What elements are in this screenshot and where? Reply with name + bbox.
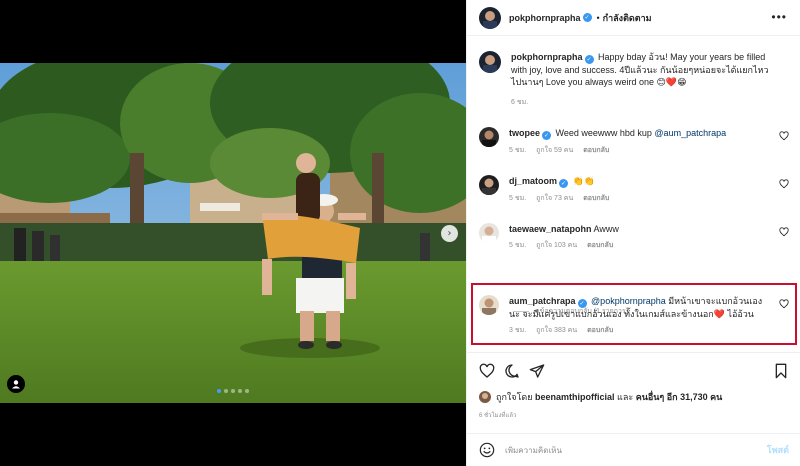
commenter-avatar[interactable] [479, 223, 499, 243]
instagram-post-modal: › pokphornprapha ✓ • กำลังติดตาม ••• pok… [0, 0, 800, 466]
comment-likes[interactable]: ถูกใจ 59 คน [536, 147, 573, 154]
carousel-dot [238, 389, 242, 393]
comment-text: 👏👏 [572, 176, 595, 186]
caption-username[interactable]: pokphornprapha [511, 52, 583, 62]
mention-link[interactable]: @aum_patchrapa [654, 128, 726, 138]
highlighted-comment: aum_patchrapa ✓ @pokphornprapha มีหน้าเขา… [479, 295, 789, 337]
action-bar [467, 352, 800, 388]
comment-likes[interactable]: ถูกใจ 73 คน [536, 195, 573, 202]
reply-button[interactable]: ตอบกลับ [587, 327, 613, 334]
post-timestamp[interactable]: 6 ชั่วโมงที่แล้ว [479, 410, 516, 420]
carousel-dot [217, 389, 221, 393]
verified-badge-icon: ✓ [584, 55, 594, 64]
post-header: pokphornprapha ✓ • กำลังติดตาม ••• [467, 0, 800, 36]
heart-icon[interactable] [479, 363, 495, 379]
reply-button[interactable]: ตอบกลับ [583, 195, 609, 202]
carousel-indicator [0, 389, 466, 393]
verified-badge-icon: ✓ [582, 13, 592, 22]
carousel-dot [231, 389, 235, 393]
comment-likes[interactable]: ถูกใจ 103 คน [536, 242, 577, 249]
comment-text: Awww [593, 224, 619, 234]
like-comment-heart-icon[interactable] [779, 179, 789, 189]
commenter-username[interactable]: taewaew_natapohn [509, 224, 592, 234]
commenter-username[interactable]: twopee [509, 128, 540, 138]
carousel-dot [245, 389, 249, 393]
like-comment-heart-icon[interactable] [779, 131, 789, 141]
liker-avatar[interactable] [479, 391, 491, 403]
verified-badge-icon: ✓ [577, 299, 587, 308]
comment-icon[interactable] [504, 363, 520, 379]
post-side-panel: pokphornprapha ✓ • กำลังติดตาม ••• pokph… [466, 0, 800, 466]
commenter-username[interactable]: dj_matoom [509, 176, 557, 186]
post-comment-button[interactable]: โพสต์ [767, 443, 789, 457]
mention-link[interactable]: @pokphornprapha [591, 296, 666, 306]
photo-pane: › [0, 0, 466, 466]
next-photo-button[interactable]: › [441, 225, 458, 242]
liker-username[interactable]: beenamthipofficial [535, 392, 615, 402]
add-comment-bar: โพสต์ [467, 433, 800, 466]
reply-button[interactable]: ตอบกลับ [587, 242, 613, 249]
emoji-icon[interactable] [479, 442, 495, 458]
bookmark-icon[interactable] [773, 363, 789, 379]
author-avatar[interactable] [479, 6, 501, 29]
caption-time[interactable]: 6 ชม. [511, 99, 528, 106]
commenter-avatar[interactable] [479, 127, 499, 147]
commenter-username[interactable]: aum_patchrapa [509, 296, 576, 306]
reply-button[interactable]: ตอบกลับ [583, 147, 609, 154]
carousel-dot [224, 389, 228, 393]
author-username[interactable]: pokphornprapha [509, 13, 581, 23]
like-comment-heart-icon[interactable] [779, 299, 789, 309]
caption-avatar[interactable] [479, 51, 501, 73]
header-separator: • [596, 12, 600, 23]
like-comment-heart-icon[interactable] [779, 227, 789, 237]
commenter-avatar[interactable] [479, 295, 499, 315]
comment-time[interactable]: 3 ชม. [509, 327, 526, 334]
verified-badge-icon: ✓ [542, 131, 552, 140]
likes-middle: และ [614, 392, 636, 402]
likes-summary: ถูกใจโดย beenamthipofficial และ คนอื่นๆ … [479, 390, 722, 404]
likes-prefix: ถูกใจโดย [496, 392, 536, 402]
comment-time[interactable]: 5 ชม. [509, 195, 526, 202]
share-icon[interactable] [529, 363, 545, 379]
comment-likes[interactable]: ถูกใจ 383 คน [536, 327, 577, 334]
comment-time[interactable]: 5 ชม. [509, 147, 526, 154]
comment-time[interactable]: 5 ชม. [509, 242, 526, 249]
caption: pokphornprapha ✓ Happy bday อ้วน! May you… [479, 51, 789, 109]
following-button[interactable]: กำลังติดตาม [603, 11, 652, 25]
likes-others-link[interactable]: คนอื่นๆ อีก 31,730 คน [636, 392, 723, 402]
commenter-avatar[interactable] [479, 175, 499, 195]
more-options-icon[interactable]: ••• [771, 10, 787, 24]
user-icon [12, 380, 20, 389]
chevron-right-icon: › [447, 228, 452, 239]
post-photo[interactable] [0, 63, 466, 403]
comment-item: dj_matoom ✓ 👏👏 5 ชม. ถูกใจ 73 คน ตอบกลับ [479, 175, 789, 205]
comment-input[interactable] [505, 445, 767, 455]
comment-item: taewaew_natapohn Awww 5 ชม. ถูกใจ 103 คน… [479, 223, 789, 252]
comment-item: twopee ✓ Weed weewww hbd kup @aum_patchra… [479, 127, 789, 157]
comment-text: Weed weewww hbd kup [555, 128, 655, 138]
verified-badge-icon: ✓ [559, 179, 569, 188]
comments-list: pokphornprapha ✓ Happy bday อ้วน! May you… [467, 37, 800, 349]
